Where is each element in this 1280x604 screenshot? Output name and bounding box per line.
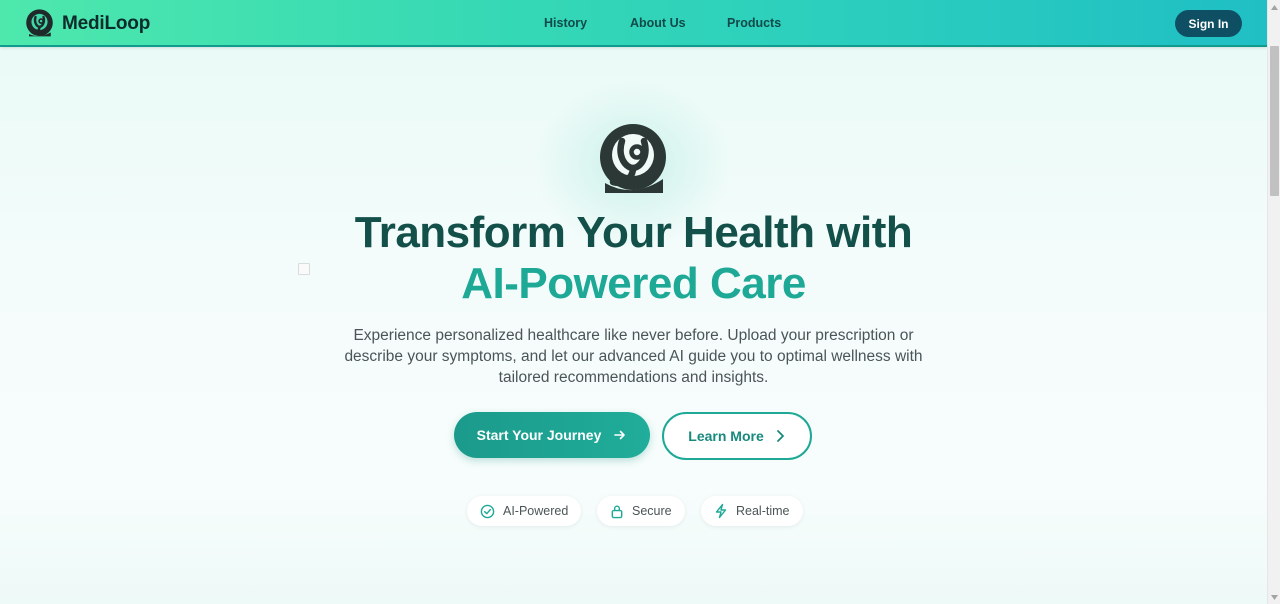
lightning-icon	[714, 503, 728, 519]
nav-item-products[interactable]: Products	[727, 16, 781, 30]
scroll-up-arrow-icon[interactable]	[1268, 0, 1280, 14]
main-nav: History About Us Products	[0, 16, 1267, 32]
learn-more-label: Learn More	[688, 428, 764, 444]
feature-pill-secure: Secure	[597, 496, 685, 526]
arrow-right-icon	[613, 428, 627, 442]
feature-pill-real-time: Real-time	[701, 496, 803, 526]
page: MediLoop History About Us Products Sign …	[0, 0, 1267, 604]
feature-label: Real-time	[736, 504, 790, 518]
nav-item-history[interactable]: History	[544, 16, 587, 30]
hero-title-line-2: AI-Powered Care	[461, 259, 806, 308]
vertical-scrollbar[interactable]	[1267, 0, 1280, 604]
nav-item-about-us[interactable]: About Us	[630, 16, 686, 30]
check-circle-icon	[480, 504, 495, 519]
feature-pill-ai-powered: AI-Powered	[467, 496, 582, 526]
stethoscope-loop-icon	[600, 124, 666, 193]
top-navbar: MediLoop History About Us Products Sign …	[0, 0, 1267, 47]
scroll-down-arrow-icon[interactable]	[1268, 590, 1280, 604]
start-journey-button[interactable]: Start Your Journey	[454, 412, 650, 458]
sign-in-button[interactable]: Sign In	[1175, 10, 1242, 37]
start-journey-label: Start Your Journey	[476, 427, 602, 443]
hero-description: Experience personalized healthcare like …	[344, 327, 923, 386]
learn-more-button[interactable]: Learn More	[662, 412, 812, 460]
feature-label: AI-Powered	[503, 504, 569, 518]
feature-label: Secure	[632, 504, 672, 518]
chevron-right-icon	[774, 429, 786, 443]
hero-title-line-1: Transform Your Health with	[354, 208, 913, 257]
scrollbar-thumb[interactable]	[1270, 46, 1279, 196]
lock-icon	[610, 504, 624, 519]
